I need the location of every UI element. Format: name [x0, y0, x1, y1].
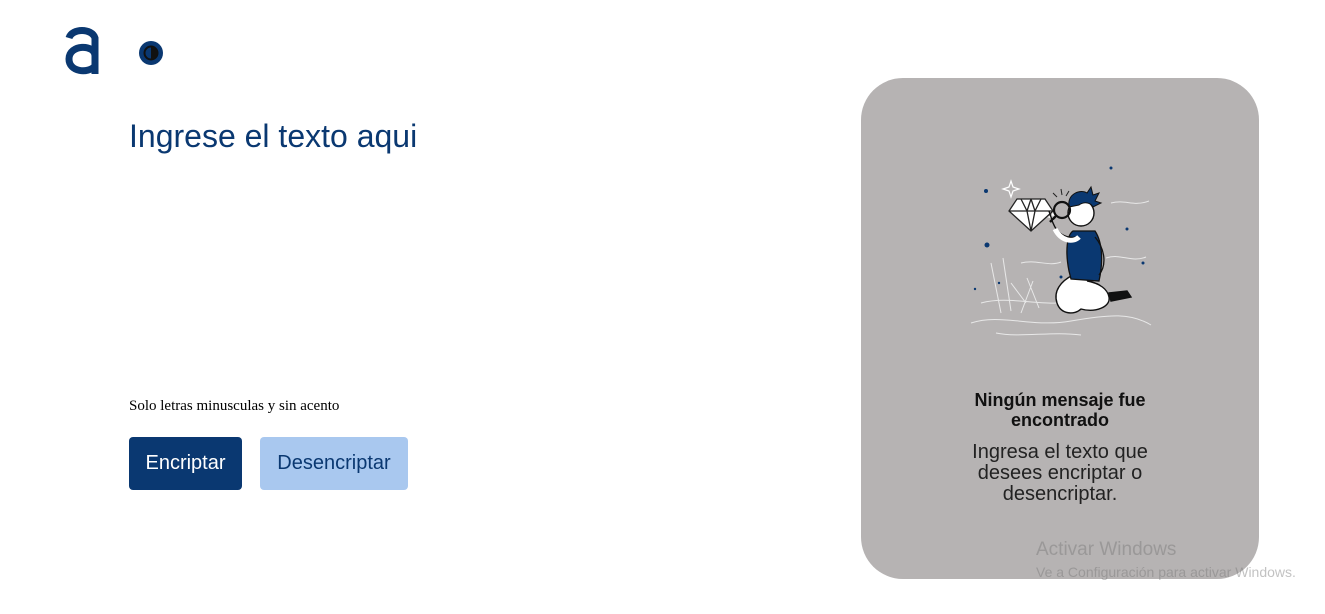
- app-page: Solo letras minusculas y sin acento Encr…: [0, 0, 1325, 614]
- empty-state-description: Ingresa el texto que desees encriptar o …: [972, 441, 1148, 505]
- encrypt-button[interactable]: Encriptar: [129, 437, 242, 490]
- contrast-toggle-icon[interactable]: [138, 40, 164, 66]
- person-with-magnifier-illustration: [961, 163, 1161, 343]
- message-input[interactable]: [129, 114, 769, 374]
- output-panel: Ningún mensaje fue encontrado Ingresa el…: [861, 78, 1259, 579]
- decrypt-button[interactable]: Desencriptar: [260, 437, 408, 490]
- input-hint-text: Solo letras minusculas y sin acento: [129, 398, 340, 414]
- alura-logo-icon[interactable]: [64, 26, 100, 78]
- empty-state-title: Ningún mensaje fue encontrado: [974, 390, 1146, 430]
